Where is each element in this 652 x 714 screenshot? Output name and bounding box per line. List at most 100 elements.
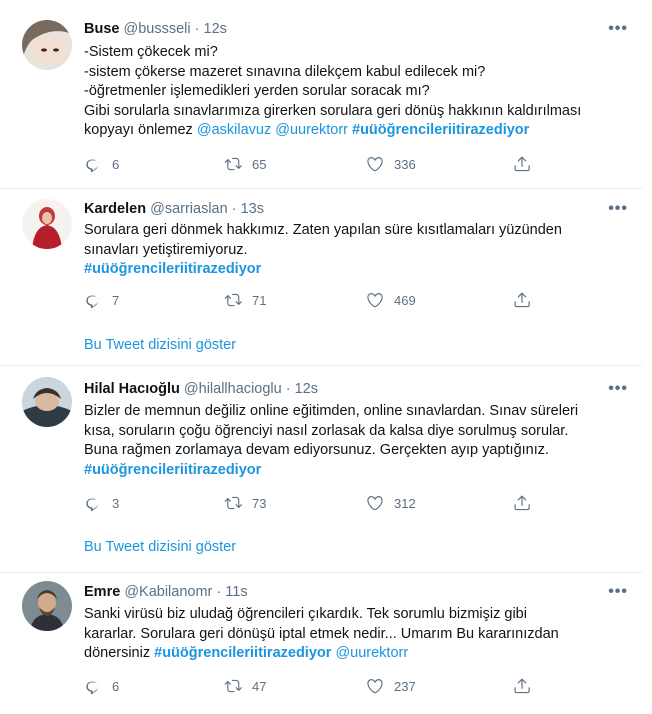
share-button[interactable] — [513, 291, 531, 309]
reply-count: 7 — [112, 292, 120, 308]
hashtag-link[interactable]: #uüöğrencileriitirazediyor — [352, 122, 529, 138]
retweet-icon — [224, 677, 242, 695]
author-handle[interactable]: @bussseli — [124, 21, 191, 37]
mention-link[interactable]: @uurektorr — [275, 122, 348, 138]
tweet-header: Kardelen @sarriaslan · 13s — [84, 201, 264, 217]
tweet-text: Bizler de memnun değiliz online eğitimde… — [84, 402, 604, 480]
retweet-button[interactable]: 73 — [224, 494, 266, 512]
avatar[interactable] — [22, 20, 72, 70]
like-button[interactable]: 336 — [366, 155, 416, 173]
like-count: 469 — [394, 292, 416, 308]
retweet-button[interactable]: 47 — [224, 677, 266, 695]
reply-button[interactable]: 7 — [84, 291, 119, 309]
mention-link[interactable]: @uurektorr — [335, 645, 408, 661]
tweet-line: dönersiniz #uüöğrencileriitirazediyor @u… — [84, 644, 604, 664]
tweet-actions: 6 65 336 — [84, 155, 544, 175]
retweet-icon — [224, 155, 242, 173]
like-count: 336 — [394, 156, 416, 172]
reply-count: 6 — [112, 156, 120, 172]
tweet[interactable]: Kardelen @sarriaslan · 13s ••• Sorulara … — [0, 188, 642, 366]
retweet-icon — [224, 291, 242, 309]
show-thread-link[interactable]: Bu Tweet dizisini göster — [84, 539, 236, 555]
retweet-count: 73 — [252, 495, 267, 511]
tweet-line: kopyayı önlemez @askilavuz @uurektorr #u… — [84, 121, 604, 141]
tweet-line: -sistem çökerse mazeret sınavına dilekçe… — [84, 63, 486, 80]
timestamp[interactable]: 13s — [241, 201, 264, 217]
tweet-actions: 3 73 312 — [84, 494, 544, 514]
retweet-count: 71 — [252, 292, 267, 308]
share-icon — [513, 677, 531, 695]
avatar[interactable] — [22, 377, 72, 427]
tweet-line: Bizler de memnun değiliz online eğitimde… — [84, 403, 579, 419]
share-icon — [513, 291, 531, 309]
tweet-feed: Buse @bussseli · 12s ••• -Sistem çökecek… — [0, 0, 652, 714]
author-name[interactable]: Buse — [84, 21, 119, 37]
like-button[interactable]: 469 — [366, 291, 416, 309]
tweet-line: -Sistem çökecek mi? — [84, 44, 218, 60]
tweet-actions: 6 47 237 — [84, 677, 544, 697]
timestamp[interactable]: 12s — [295, 381, 318, 397]
hashtag-link[interactable]: #uüöğrencileriitirazediyor — [84, 461, 604, 481]
tweet-text-segment: kopyayı önlemez — [84, 122, 197, 138]
like-button[interactable]: 312 — [366, 494, 416, 512]
retweet-icon — [224, 494, 242, 512]
author-name[interactable]: Emre — [84, 584, 120, 600]
avatar[interactable] — [22, 581, 72, 631]
timestamp[interactable]: 12s — [204, 21, 227, 37]
share-button[interactable] — [513, 494, 531, 512]
reply-icon — [84, 155, 102, 173]
share-icon — [513, 155, 531, 173]
separator: · — [285, 381, 291, 397]
show-thread-link[interactable]: Bu Tweet dizisini göster — [84, 337, 236, 353]
timestamp[interactable]: 11s — [225, 584, 247, 600]
retweet-button[interactable]: 71 — [224, 291, 266, 309]
tweet[interactable]: Emre @Kabilanomr · 11s ••• Sanki virüsü … — [0, 572, 642, 714]
reply-icon — [84, 291, 102, 309]
reply-count: 3 — [112, 495, 120, 511]
tweet-text-segment: dönersiniz — [84, 645, 155, 661]
author-handle[interactable]: @hilallhacioglu — [184, 381, 282, 397]
author-name[interactable]: Kardelen — [84, 201, 146, 217]
share-icon — [513, 494, 531, 512]
tweet-header: Buse @bussseli · 12s — [84, 21, 227, 37]
hashtag-link[interactable]: #uüöğrencileriitirazediyor — [154, 645, 331, 661]
more-icon[interactable]: ••• — [608, 200, 628, 218]
hashtag-link[interactable]: #uüöğrencileriitirazediyor — [84, 260, 604, 280]
like-icon — [366, 494, 384, 512]
share-button[interactable] — [513, 155, 531, 173]
author-handle[interactable]: @Kabilanomr — [124, 584, 212, 600]
tweet-line: -öğretmenler işlemedikleri yerden sorula… — [84, 83, 430, 99]
reply-button[interactable]: 3 — [84, 494, 119, 512]
retweet-button[interactable]: 65 — [224, 155, 266, 173]
reply-icon — [84, 677, 102, 695]
tweet-line: sınavları yetiştiremiyoruz. — [84, 241, 248, 258]
reply-button[interactable]: 6 — [84, 677, 119, 695]
more-icon[interactable]: ••• — [608, 20, 628, 38]
tweet-text: Sorulara geri dönmek hakkımız. Zaten yap… — [84, 221, 604, 280]
more-icon[interactable]: ••• — [608, 583, 628, 601]
tweet-header: Emre @Kabilanomr · 11s — [84, 584, 248, 600]
like-button[interactable]: 237 — [366, 677, 416, 695]
like-icon — [366, 155, 384, 173]
tweet[interactable]: Buse @bussseli · 12s ••• -Sistem çökecek… — [0, 0, 642, 189]
avatar[interactable] — [22, 199, 72, 249]
tweet-line: Gibi sorularla sınavlarımıza girerken so… — [84, 102, 582, 119]
share-button[interactable] — [513, 677, 531, 695]
tweet-line: kısa, soruların çoğu öğrenciyi nasıl zor… — [84, 422, 569, 439]
tweet-line: kararlar. Sorulara geri dönüşü iptal etm… — [84, 625, 559, 642]
reply-count: 6 — [112, 678, 120, 694]
like-count: 312 — [394, 495, 416, 511]
reply-icon — [84, 494, 102, 512]
separator: · — [231, 201, 237, 217]
mention-link[interactable]: @askilavuz — [197, 122, 271, 138]
tweet-line: Sorulara geri dönmek hakkımız. Zaten yap… — [84, 222, 562, 238]
author-name[interactable]: Hilal Hacıoğlu — [84, 381, 180, 397]
retweet-count: 47 — [252, 678, 267, 694]
tweet[interactable]: Hilal Hacıoğlu @hilallhacioglu · 12s •••… — [0, 365, 642, 573]
tweet-line: Buna rağmen zorlamaya devam ediyorsunuz.… — [84, 442, 550, 458]
reply-button[interactable]: 6 — [84, 155, 119, 173]
like-count: 237 — [394, 678, 416, 694]
more-icon[interactable]: ••• — [608, 380, 628, 398]
like-icon — [366, 291, 384, 309]
author-handle[interactable]: @sarriaslan — [150, 201, 228, 217]
